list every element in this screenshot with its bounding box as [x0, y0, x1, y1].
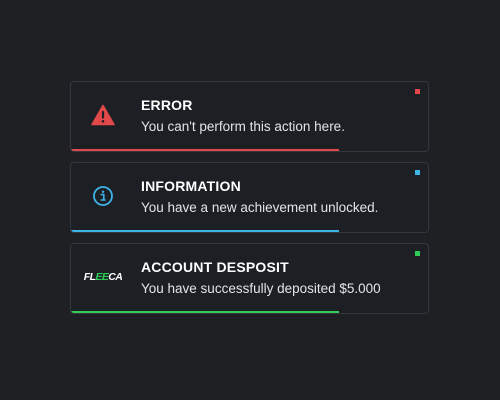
- notification-title: ACCOUNT DESPOSIT: [141, 259, 289, 275]
- notification-message: You have successfully deposited $5.000: [141, 281, 381, 296]
- status-dot: [415, 89, 420, 94]
- warning-triangle-icon: [85, 97, 121, 133]
- status-dot: [415, 251, 420, 256]
- notification-message: You have a new achievement unlocked.: [141, 200, 379, 215]
- progress-bar: [71, 230, 339, 232]
- notification-stack: ERROR You can't perform this action here…: [70, 81, 429, 324]
- notification-info[interactable]: INFORMATION You have a new achievement u…: [70, 162, 429, 233]
- notification-title: INFORMATION: [141, 178, 241, 194]
- progress-bar: [71, 311, 339, 313]
- notification-deposit[interactable]: FLEECA ACCOUNT DESPOSIT You have success…: [70, 243, 429, 314]
- fleeca-logo: FLEECA: [83, 271, 123, 283]
- info-circle-icon: [85, 178, 121, 214]
- notification-error[interactable]: ERROR You can't perform this action here…: [70, 81, 429, 152]
- notification-message: You can't perform this action here.: [141, 119, 345, 134]
- status-dot: [415, 170, 420, 175]
- notification-title: ERROR: [141, 97, 193, 113]
- progress-bar: [71, 149, 339, 151]
